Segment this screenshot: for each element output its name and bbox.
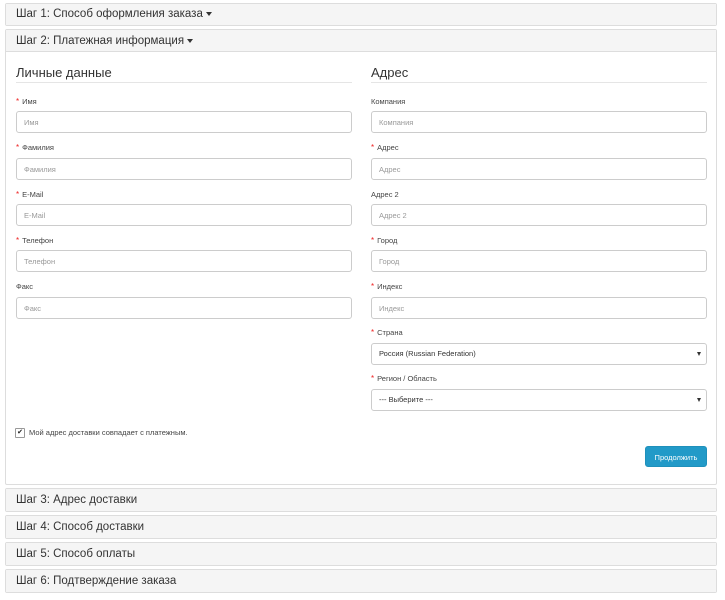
required-mark: * [371,236,375,245]
required-mark: * [371,328,375,337]
address1-input[interactable] [371,158,707,180]
step-6-panel: Шаг 6: Подтверждение заказа [5,569,717,593]
fax-input[interactable] [16,297,352,319]
step-4-panel: Шаг 4: Способ доставки [5,515,717,539]
step-2-label: Шаг 2: Платежная информация [16,35,185,47]
caret-down-icon [187,38,194,43]
email-input[interactable] [16,204,352,226]
fax-label: Факс [16,282,33,291]
step-3-panel: Шаг 3: Адрес доставки [5,488,717,512]
firstname-label: * Имя [16,97,37,106]
postcode-input[interactable] [371,297,707,319]
personal-details-title: Личные данные [16,65,112,80]
required-mark: * [16,236,20,245]
address1-label: * Адрес [371,143,399,152]
step-5-heading[interactable]: Шаг 5: Способ оплаты [6,543,716,565]
telephone-input[interactable] [16,250,352,272]
step-6-heading[interactable]: Шаг 6: Подтверждение заказа [6,570,716,592]
postcode-label: * Индекс [371,282,403,291]
firstname-input[interactable] [16,111,352,133]
city-label: * Город [371,236,398,245]
dropdown-arrow-icon [697,398,701,402]
step-1-label: Шаг 1: Способ оформления заказа [16,8,203,20]
required-mark: * [371,143,375,152]
company-input[interactable] [371,111,707,133]
country-select[interactable]: Россия (Russian Federation) [371,343,707,365]
checkout-page: Шаг 1: Способ оформления заказа Шаг 2: П… [0,0,725,600]
company-label: Компания [371,97,406,106]
telephone-label: * Телефон [16,236,54,245]
required-mark: * [371,282,375,291]
same-address-label: Мой адрес доставки совпадает с платежным… [29,428,188,437]
zone-selected-value: --- Выберите --- [379,395,433,404]
required-mark: * [16,190,20,199]
dropdown-arrow-icon [697,352,701,356]
step-5-panel: Шаг 5: Способ оплаты [5,542,717,566]
lastname-label: * Фамилия [16,143,54,152]
country-selected-value: Россия (Russian Federation) [379,349,476,358]
checkmark-icon: ✔ [17,429,23,436]
step-1-panel: Шаг 1: Способ оформления заказа [5,3,717,26]
email-label: * E-Mail [16,190,44,199]
city-input[interactable] [371,250,707,272]
zone-label: * Регион / Область [371,374,437,383]
step-2-heading[interactable]: Шаг 2: Платежная информация [6,30,716,52]
required-mark: * [16,97,20,106]
address2-input[interactable] [371,204,707,226]
address-divider [371,82,707,83]
caret-down-icon [205,11,212,16]
step-4-heading[interactable]: Шаг 4: Способ доставки [6,516,716,538]
step-1-heading[interactable]: Шаг 1: Способ оформления заказа [6,4,716,25]
lastname-input[interactable] [16,158,352,180]
required-mark: * [371,374,375,383]
personal-divider [16,82,352,83]
zone-select[interactable]: --- Выберите --- [371,389,707,411]
country-label: * Страна [371,328,403,337]
step-3-heading[interactable]: Шаг 3: Адрес доставки [6,489,716,511]
address2-label: Адрес 2 [371,190,399,199]
required-mark: * [16,143,20,152]
address-title: Адрес [371,65,409,80]
same-address-checkbox[interactable]: ✔ [15,428,25,438]
continue-button[interactable]: Продолжить [645,446,707,467]
